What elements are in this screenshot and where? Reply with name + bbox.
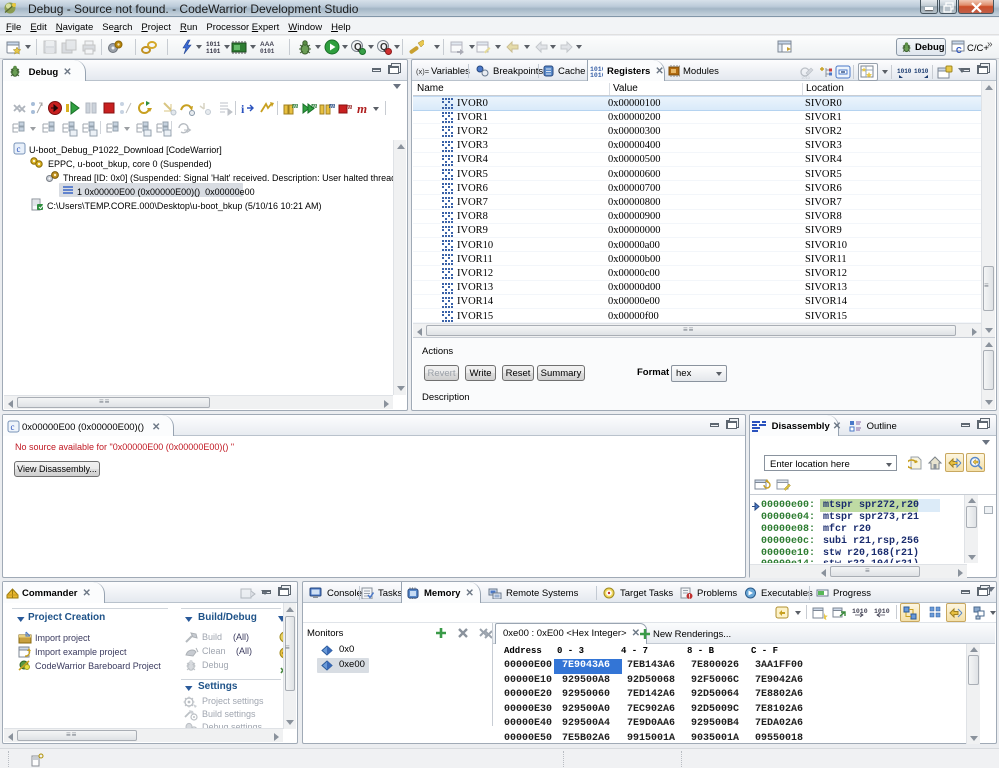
svg-text:1010: 1010 (801, 75, 811, 80)
svg-text:i: i (241, 102, 245, 116)
svg-text:m: m (329, 101, 335, 110)
svg-text:(x)=: (x)= (416, 67, 429, 76)
svg-text:AAA: AAA (260, 41, 274, 48)
svg-text:1010: 1010 (874, 608, 890, 615)
svg-text:1010: 1010 (852, 608, 868, 615)
svg-text:c: c (11, 422, 15, 432)
svg-text:c: c (17, 144, 21, 154)
svg-text:C: C (956, 46, 962, 55)
svg-text:1011: 1011 (206, 41, 221, 48)
svg-text:m: m (311, 101, 317, 110)
svg-text:1010: 1010 (897, 68, 912, 75)
svg-text:m: m (346, 102, 352, 111)
svg-text:1010: 1010 (590, 72, 603, 77)
svg-text:m: m (292, 101, 298, 110)
svg-text:0101: 0101 (260, 48, 275, 55)
svg-text:1010: 1010 (914, 68, 929, 75)
svg-text:m: m (357, 101, 367, 116)
svg-text:1101: 1101 (206, 48, 221, 55)
svg-text:!: ! (689, 595, 691, 600)
